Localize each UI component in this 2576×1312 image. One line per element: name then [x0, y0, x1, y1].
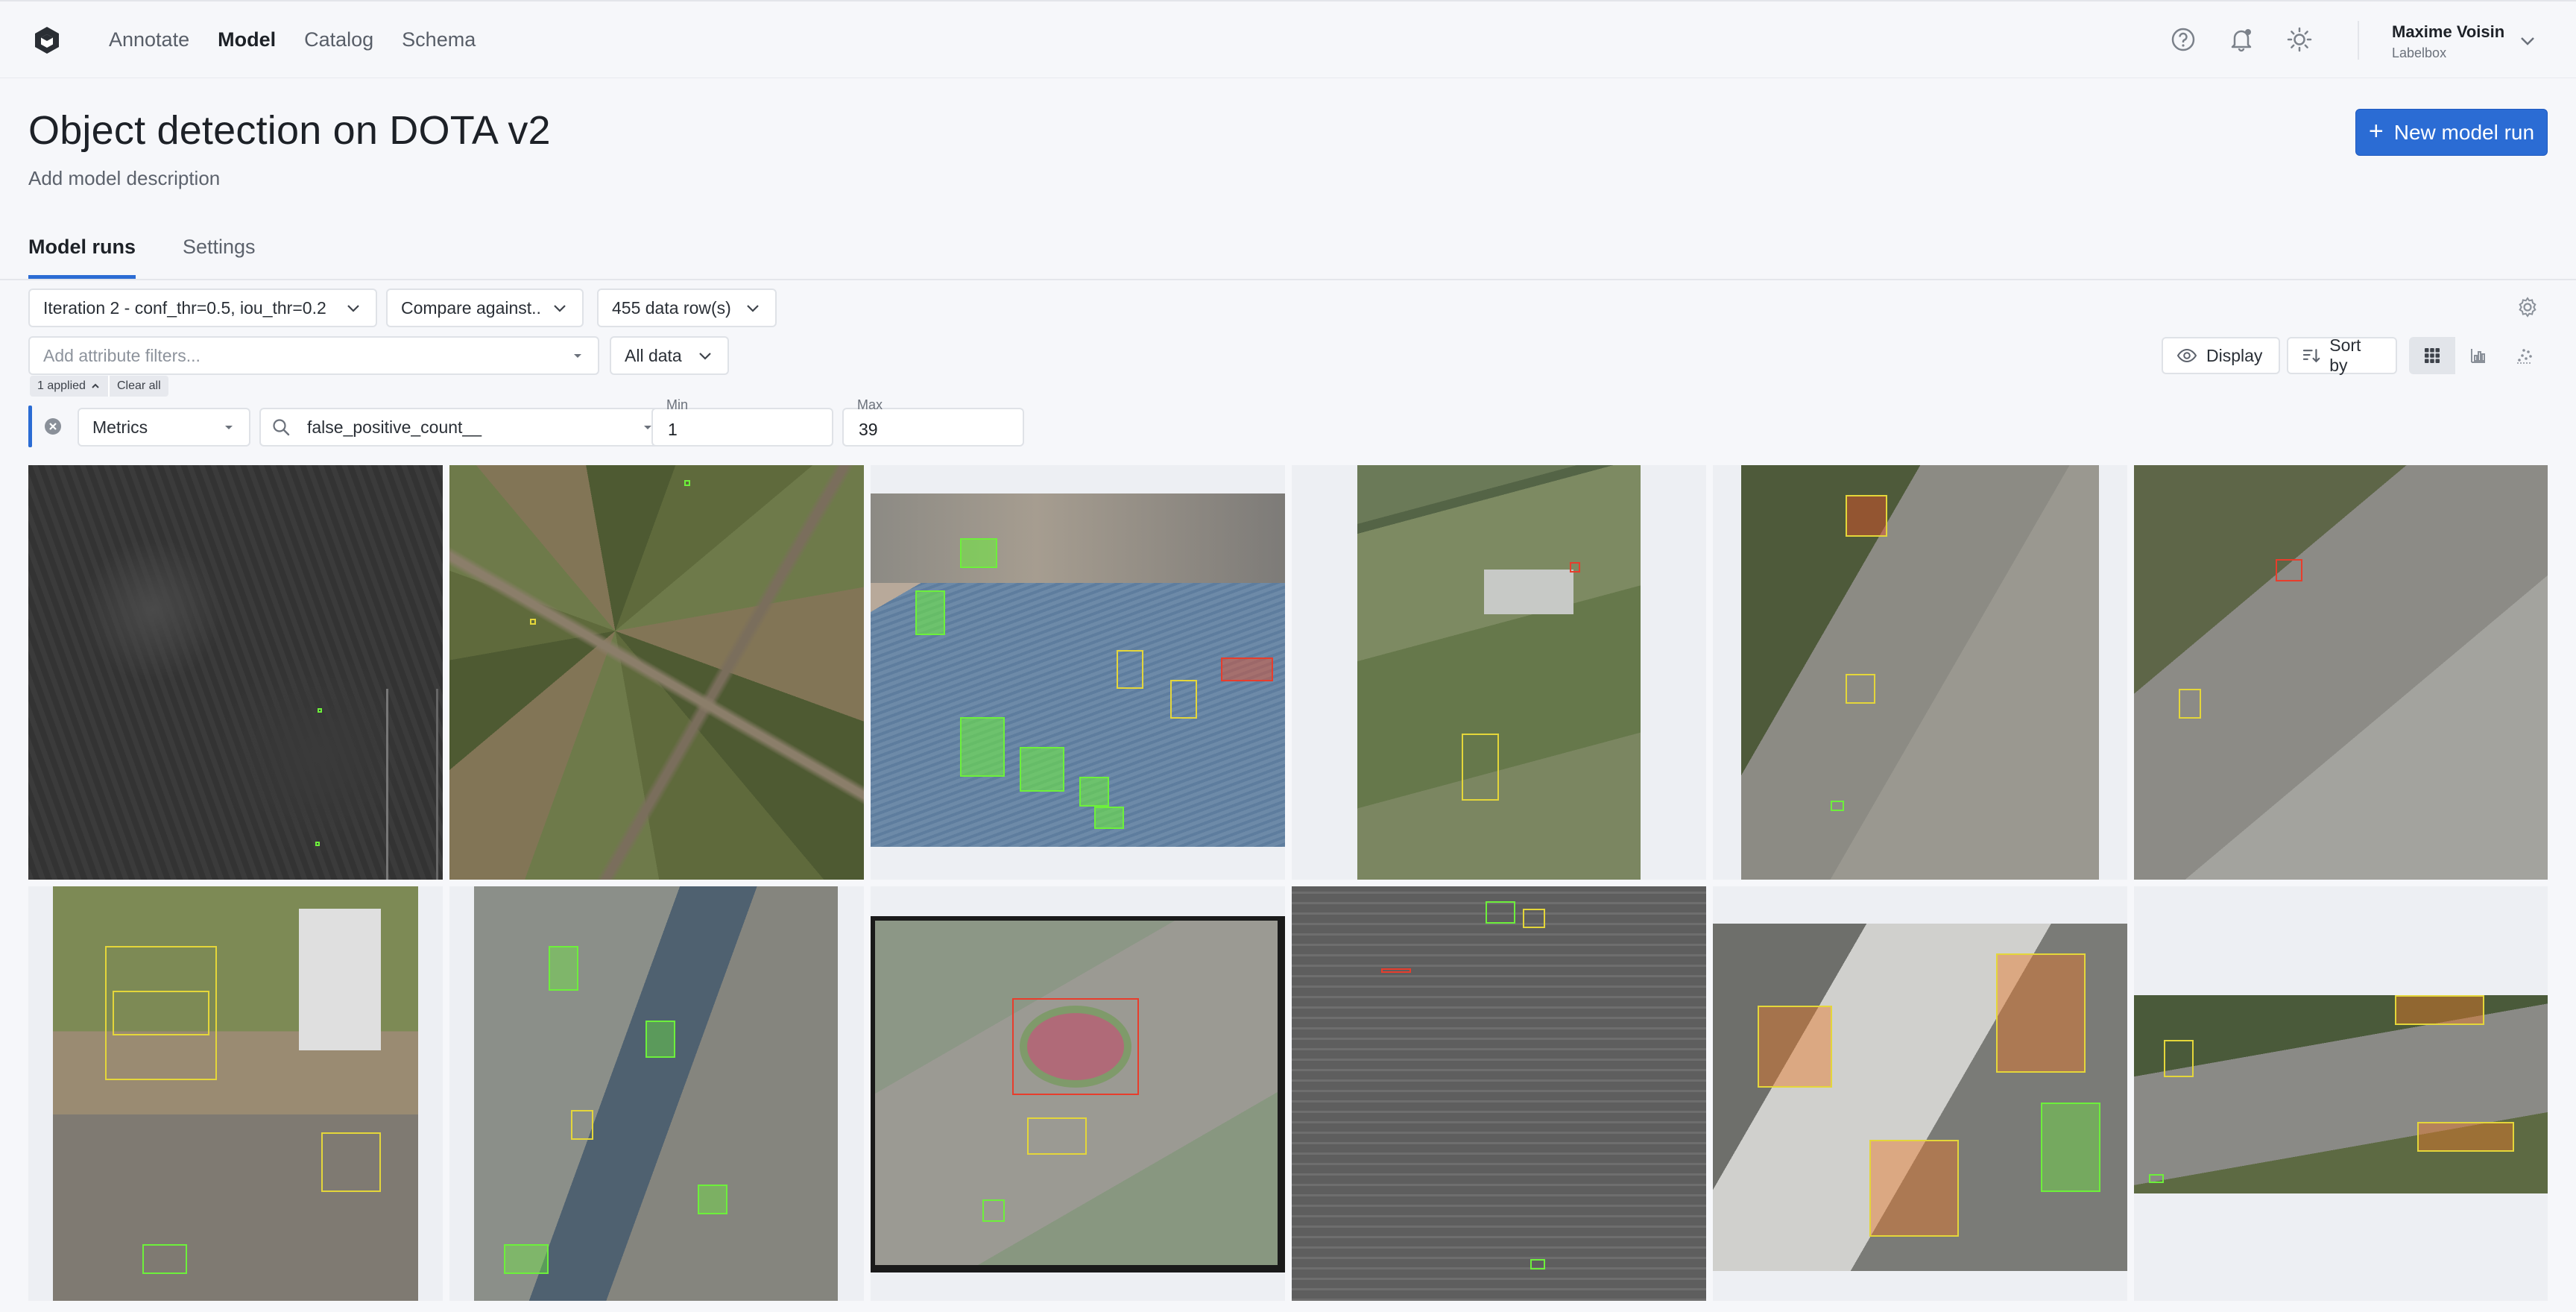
satellite-image	[53, 886, 418, 1301]
thumbnail-cell[interactable]	[1713, 465, 2127, 880]
thumbnail-cell[interactable]	[28, 886, 443, 1301]
nav-link-catalog[interactable]: Catalog	[304, 28, 373, 51]
chevron-down-icon[interactable]	[2516, 30, 2539, 52]
satellite-image	[871, 916, 1285, 1272]
thumbnail-cell[interactable]	[2134, 886, 2548, 1301]
satellite-image	[28, 465, 443, 880]
compare-against-value: Compare against...	[401, 297, 540, 318]
metric-filter-row: Metrics false_positive_count__ Min 1 Max…	[28, 397, 1027, 447]
satellite-image	[1357, 465, 1641, 880]
caret-down-icon	[222, 420, 236, 434]
sun-icon[interactable]	[2285, 25, 2314, 54]
scatter-view-icon[interactable]	[2501, 337, 2548, 374]
user-organization: Labelbox	[2392, 45, 2447, 60]
applied-filters-chips: 1 applied Clear all	[30, 376, 168, 397]
plus-icon: +	[2368, 117, 2384, 145]
chart-view-icon[interactable]	[2455, 337, 2501, 374]
bell-icon[interactable]	[2227, 25, 2255, 54]
gear-icon[interactable]	[2516, 296, 2539, 318]
labelbox-logo[interactable]	[33, 25, 61, 55]
satellite-image	[2134, 995, 2548, 1193]
thumbnail-cell[interactable]	[1713, 886, 2127, 1301]
nav-divider	[2358, 21, 2359, 60]
thumbnail-cell[interactable]	[871, 886, 1285, 1301]
display-button[interactable]: Display	[2162, 337, 2280, 374]
min-label: Min	[666, 397, 689, 412]
model-run-select[interactable]: Iteration 2 - conf_thr=0.5, iou_thr=0.2	[28, 288, 377, 327]
data-scope-select[interactable]: All data	[610, 336, 729, 375]
chevron-down-icon	[744, 299, 762, 317]
sort-by-button[interactable]: Sort by	[2287, 335, 2397, 375]
thumbnail-cell[interactable]	[1292, 465, 1706, 880]
min-value: 1	[668, 420, 678, 439]
display-label: Display	[2206, 345, 2263, 365]
user-name[interactable]: Maxime Voisin	[2392, 22, 2504, 42]
attribute-filter-input[interactable]: Add attribute filters...	[28, 336, 599, 375]
data-rows-value: 455 data row(s)	[612, 297, 731, 318]
metric-search-select[interactable]: false_positive_count__	[259, 408, 669, 447]
clear-all-filters-button[interactable]: Clear all	[107, 376, 168, 397]
new-model-run-button[interactable]: + New model run	[2355, 109, 2548, 156]
grid-view-icon[interactable]	[2409, 337, 2455, 374]
new-model-run-label: New model run	[2393, 120, 2535, 144]
filter-accent-bar	[28, 406, 32, 447]
tab-bar: Model runs Settings	[0, 236, 2576, 280]
nav-link-model[interactable]: Model	[218, 28, 276, 51]
data-rows-select[interactable]: 455 data row(s)	[597, 288, 777, 327]
attribute-filter-placeholder: Add attribute filters...	[43, 345, 201, 365]
eye-icon	[2176, 348, 2197, 363]
search-icon	[273, 419, 290, 436]
model-run-select-value: Iteration 2 - conf_thr=0.5, iou_thr=0.2	[43, 297, 326, 318]
view-mode-toggle	[2409, 337, 2548, 374]
thumbnail-cell[interactable]	[871, 465, 1285, 880]
caret-down-icon	[571, 349, 584, 362]
thumbnail-cell[interactable]	[1292, 886, 1706, 1301]
thumbnail-cell[interactable]	[28, 465, 443, 880]
chevron-up-icon	[92, 383, 99, 388]
compare-against-select[interactable]: Compare against...	[386, 288, 584, 327]
nav-link-schema[interactable]: Schema	[402, 28, 476, 51]
thumbnail-cell[interactable]	[2134, 465, 2548, 880]
tab-settings[interactable]: Settings	[183, 236, 256, 279]
remove-filter-icon[interactable]	[43, 417, 63, 436]
sort-icon	[2302, 349, 2320, 363]
max-value-field[interactable]: Max 39	[842, 397, 1024, 447]
data-scope-value: All data	[625, 345, 682, 365]
chevron-down-icon	[696, 347, 714, 365]
applied-filters-toggle[interactable]: 1 applied	[30, 376, 108, 397]
max-value: 39	[859, 420, 878, 439]
filter-category-value: Metrics	[92, 417, 148, 437]
satellite-image	[1713, 924, 2127, 1271]
help-circle-icon[interactable]	[2169, 25, 2197, 54]
data-row-grid	[28, 465, 2548, 1312]
clear-all-label: Clear all	[116, 379, 161, 392]
thumbnail-cell[interactable]	[449, 465, 864, 880]
sort-by-label: Sort by	[2329, 335, 2361, 375]
satellite-image	[871, 493, 1285, 847]
satellite-image	[449, 465, 864, 880]
satellite-image	[1292, 886, 1706, 1301]
satellite-image	[1741, 465, 2099, 880]
satellite-image	[474, 886, 838, 1301]
page-title: Object detection on DOTA v2	[28, 108, 551, 153]
applied-count-label: 1 applied	[37, 379, 86, 392]
filter-category-select[interactable]: Metrics	[78, 408, 250, 447]
metric-search-value: false_positive_count__	[307, 417, 482, 437]
max-label: Max	[857, 397, 883, 412]
satellite-image	[2134, 465, 2548, 880]
min-value-field[interactable]: Min 1	[651, 397, 833, 447]
chevron-down-icon	[551, 299, 569, 317]
tab-model-runs[interactable]: Model runs	[28, 236, 136, 279]
model-description[interactable]: Add model description	[28, 167, 220, 190]
top-navigation: Annotate Model Catalog Schema Maxime Voi…	[0, 0, 2576, 78]
chevron-down-icon	[344, 299, 362, 317]
thumbnail-cell[interactable]	[449, 886, 864, 1301]
nav-link-annotate[interactable]: Annotate	[109, 28, 189, 51]
